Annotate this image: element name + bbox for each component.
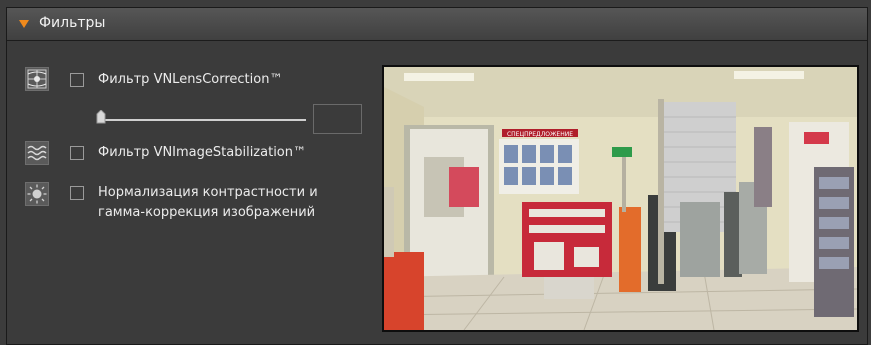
- triangle-down-icon[interactable]: [19, 20, 29, 28]
- stabilization-icon: [25, 141, 49, 165]
- sign-text: СПЕЦПРЕДЛОЖЕНИЕ: [507, 131, 573, 138]
- contrast-label-line1: Нормализация контрастности и: [98, 185, 318, 200]
- lens-correction-icon: [25, 67, 49, 91]
- lens-slider-value[interactable]: [313, 104, 362, 134]
- stabilization-checkbox[interactable]: [70, 146, 84, 160]
- contrast-checkbox[interactable]: [70, 186, 84, 200]
- lens-correction-checkbox[interactable]: [70, 73, 84, 87]
- lens-slider-track[interactable]: [98, 119, 306, 121]
- lens-slider-thumb[interactable]: [96, 110, 106, 124]
- filters-title: Фильтры: [39, 15, 106, 31]
- lens-correction-label: Фильтр VNLensCorrection™: [98, 72, 283, 87]
- filters-header[interactable]: Фильтры: [7, 8, 867, 41]
- contrast-label-line2: гамма-коррекция изображений: [98, 205, 316, 220]
- camera-preview: СПЕЦПРЕДЛОЖЕНИЕ: [382, 65, 859, 332]
- camera-preview-image: СПЕЦПРЕДЛОЖЕНИЕ: [384, 67, 857, 330]
- stabilization-label: Фильтр VNImageStabilization™: [98, 145, 306, 160]
- brightness-icon: [25, 182, 49, 206]
